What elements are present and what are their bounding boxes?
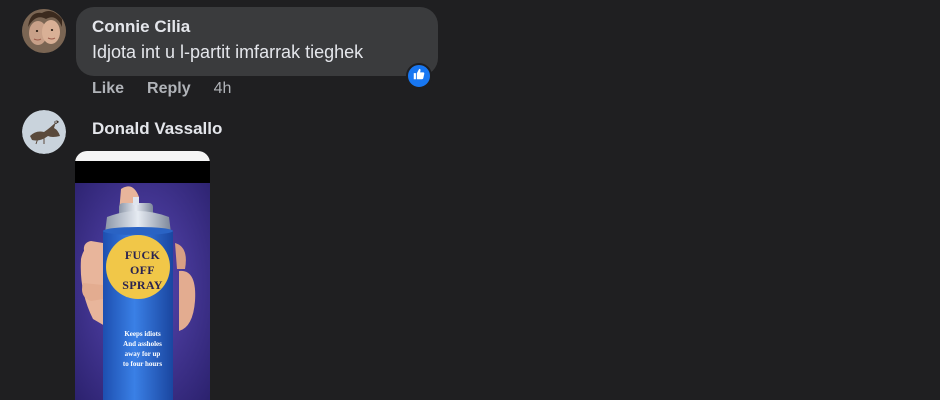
like-button[interactable]: Like (92, 79, 124, 99)
avatar-donald-vassallo[interactable] (22, 110, 66, 154)
like-reaction-badge[interactable] (406, 63, 432, 89)
comment-actions: Like Reply 4h (92, 79, 231, 99)
comment-bubble: Connie Cilia Idjota int u l-partit imfar… (76, 7, 438, 76)
phone-status-bar (75, 151, 210, 161)
spray-label-line: OFF (130, 263, 155, 277)
comment-text: Idjota int u l-partit imfarrak tieghek (92, 42, 364, 62)
spray-tagline-line: to four hours (122, 360, 163, 368)
spray-label-line: FUCK (124, 248, 161, 262)
avatar-connie-cilia[interactable] (22, 9, 66, 53)
spray-tagline: Keeps idiots And assholes away for up to… (75, 329, 210, 369)
comment-author[interactable]: Connie Cilia (92, 17, 422, 37)
spray-label: FUCK OFF SPRAY (75, 248, 210, 293)
spray-tagline-line: And assholes (123, 340, 162, 348)
comment-author[interactable]: Donald Vassallo (92, 119, 222, 139)
spray-tagline-line: away for up (124, 350, 161, 358)
comments-thread: Connie Cilia Idjota int u l-partit imfar… (0, 0, 940, 400)
comment-timestamp[interactable]: 4h (214, 79, 232, 99)
like-icon (412, 67, 426, 86)
spray-label-line: SPRAY (122, 278, 163, 292)
comment-image-attachment[interactable]: FUCK OFF SPRAY Keeps idiots And assholes… (75, 151, 210, 400)
reply-button[interactable]: Reply (147, 79, 191, 99)
spray-tagline-line: Keeps idiots (124, 330, 161, 338)
